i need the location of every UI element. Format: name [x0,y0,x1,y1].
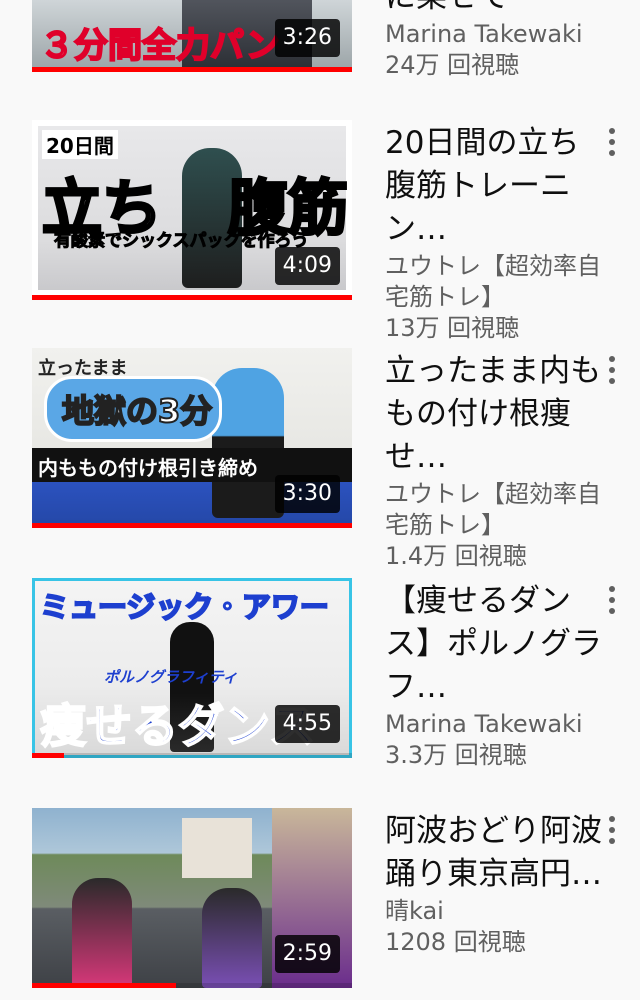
thumbnail-subcaption: 有酸素でシックスパックを作ろう [54,231,309,252]
thumbnail-subcaption: 内ももの付け根引き締め [38,456,258,480]
more-vert-icon[interactable] [606,128,618,156]
watch-progress-fill [32,983,176,988]
video-duration: 3:30 [274,475,340,513]
thumbnail-caption: ３分間全力パン [39,25,281,67]
more-vert-icon[interactable] [606,586,618,614]
channel-name[interactable]: Marina Takewaki [385,709,605,740]
more-vert-icon[interactable] [606,816,618,844]
video-thumbnail[interactable]: ミュージック・アワー ポルノグラフィティ 痩せるダンス 4:55 [32,578,352,758]
video-duration: 2:59 [274,935,340,973]
video-title[interactable]: に楽せて [385,0,605,19]
video-duration: 4:55 [274,705,340,743]
video-thumbnail[interactable]: 20日間 立ち 腹筋 有酸素でシックスパックを作ろう 4:09 [32,120,352,300]
video-item[interactable]: 20日間 立ち 腹筋 有酸素でシックスパックを作ろう 4:09 20日間の立ち腹… [0,120,640,342]
view-count: 13万 回視聴 [385,314,520,342]
watch-progress [32,983,352,988]
thumbnail-tag: 20日間 [42,130,118,159]
watch-progress [32,295,352,300]
video-item[interactable]: ３分間全力パン 3:26 に楽せて Marina Takewaki 24万 回視… [0,0,640,100]
video-title[interactable]: 立ったまま内ももの付け根痩せ… [385,350,605,479]
watch-progress [32,753,352,758]
thumbnail-caption-top: ミュージック・アワー [39,589,330,625]
thumbnail-caption: 地獄の3分 [61,391,213,431]
view-count: 24万 回視聴 [385,51,520,79]
watch-progress-fill [32,67,352,72]
view-count: 3.3万 回視聴 [385,741,527,769]
video-item[interactable]: 立ったまま 地獄の3分 内ももの付け根引き締め 3:30 立ったまま内ももの付け… [0,348,640,570]
channel-name[interactable]: Marina Takewaki [385,19,605,50]
video-thumbnail[interactable]: 立ったまま 地獄の3分 内ももの付け根引き締め 3:30 [32,348,352,528]
view-count: 1.4万 回視聴 [385,542,527,570]
watch-progress-fill [32,523,352,528]
channel-name[interactable]: 晴kai [385,896,605,927]
view-count: 1208 回視聴 [385,928,526,956]
watch-progress-fill [32,753,64,758]
watch-progress-fill [32,295,352,300]
video-item[interactable]: ミュージック・アワー ポルノグラフィティ 痩せるダンス 4:55 【痩せるダンス… [0,578,640,793]
watch-progress [32,67,352,72]
watch-progress [32,523,352,528]
video-thumbnail[interactable]: ３分間全力パン 3:26 [32,0,352,72]
video-title[interactable]: 20日間の立ち腹筋トレーニン… [385,122,605,251]
more-vert-icon[interactable] [606,356,618,384]
video-title[interactable]: 阿波おどり阿波踊り東京高円… [385,810,605,896]
thumbnail-caption-mid: ポルノグラフィティ [104,668,238,686]
video-title[interactable]: 【痩せるダンス】ポルノグラフ… [385,580,605,709]
video-thumbnail[interactable]: 2:59 [32,808,352,988]
video-duration: 4:09 [274,247,340,285]
video-item[interactable]: 2:59 阿波おどり阿波踊り東京高円… 晴kai 1208 回視聴 [0,808,640,1000]
channel-name[interactable]: ユウトレ【超効率自宅筋トレ】 [385,251,605,313]
video-duration: 3:26 [274,19,340,57]
channel-name[interactable]: ユウトレ【超効率自宅筋トレ】 [385,479,605,541]
thumbnail-caption: 痩せるダンス [39,698,316,754]
